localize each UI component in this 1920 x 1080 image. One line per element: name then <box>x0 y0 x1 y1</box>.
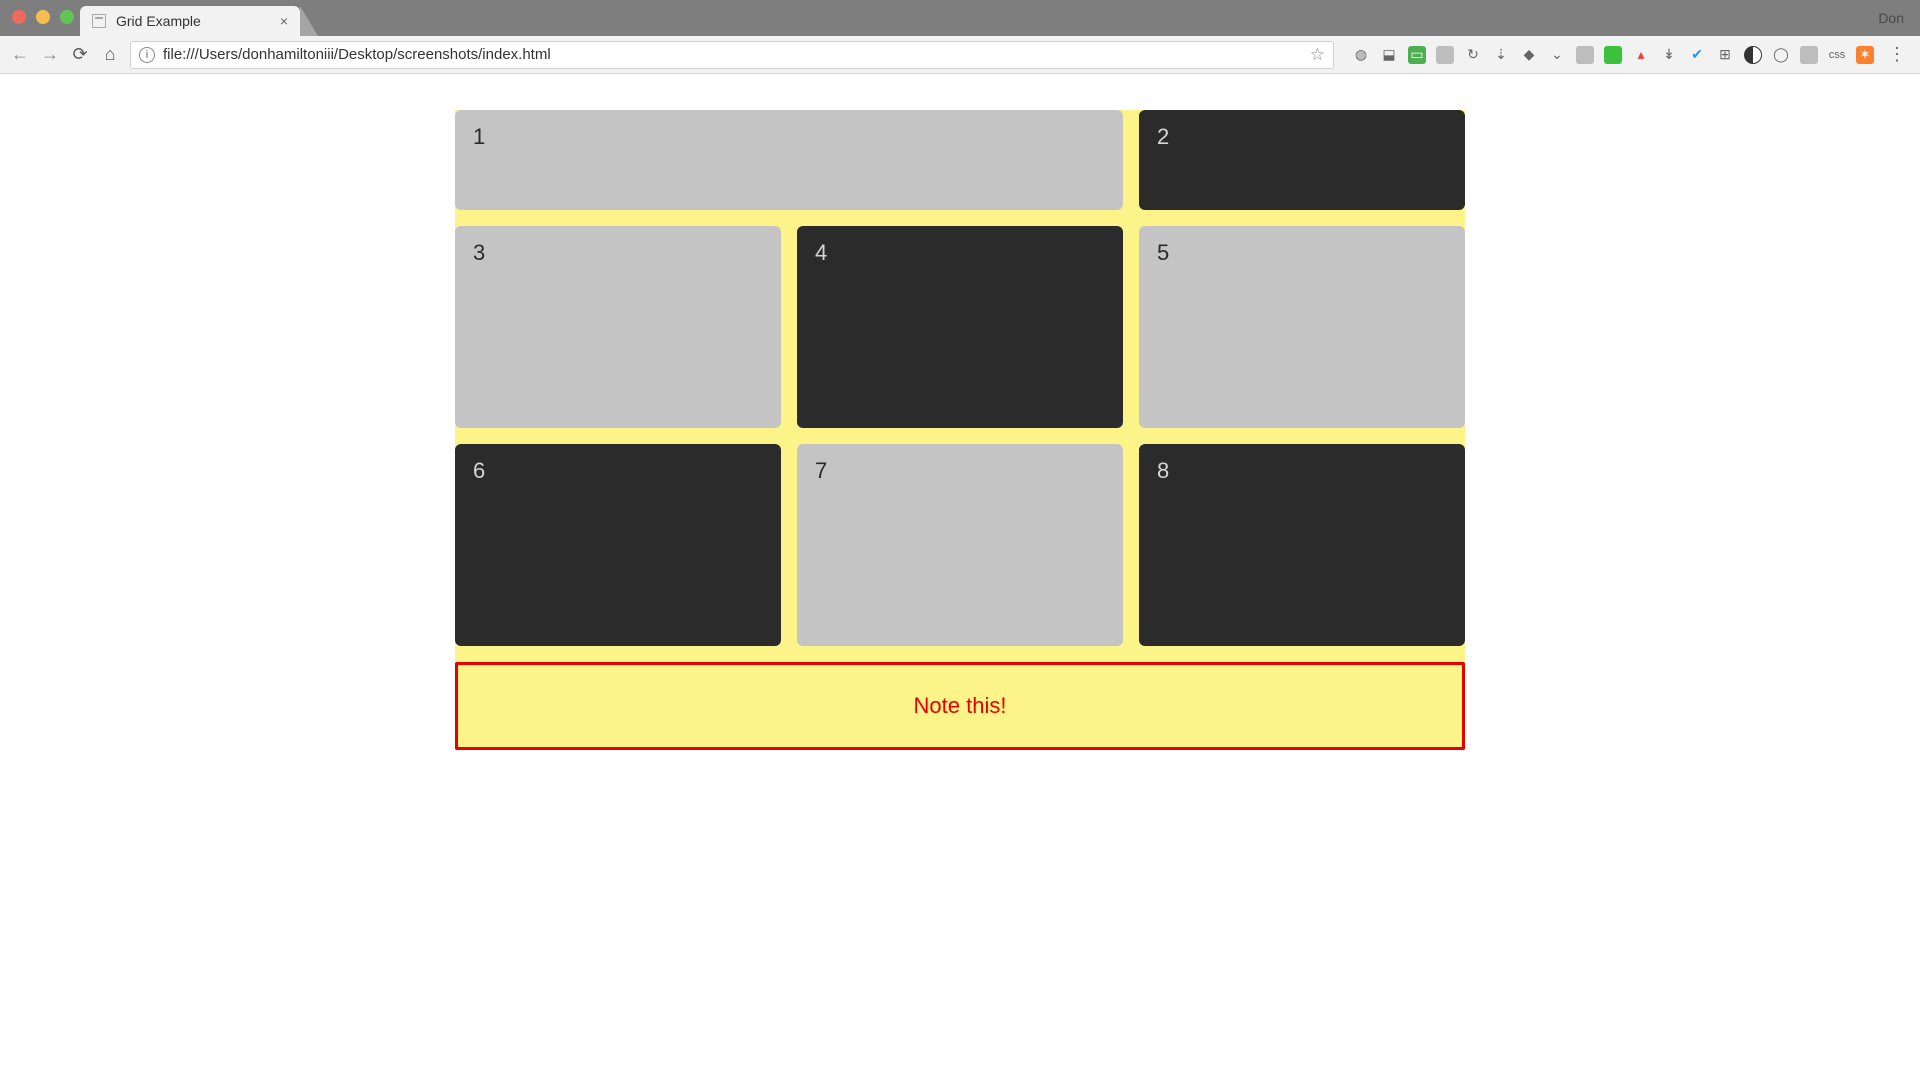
grid-cell-label: 4 <box>815 240 827 265</box>
extension-icon[interactable]: ⊞ <box>1716 46 1734 64</box>
new-tab-button[interactable] <box>300 6 318 36</box>
url-text: file:///Users/donhamiltoniii/Desktop/scr… <box>163 46 551 63</box>
grid-cell-4: 4 <box>797 226 1123 428</box>
window-controls <box>12 10 74 24</box>
tab-favicon-icon <box>92 14 106 28</box>
css-extension-icon[interactable]: css <box>1828 46 1846 64</box>
extension-icon[interactable] <box>1800 46 1818 64</box>
extension-icon[interactable]: ◯ <box>1772 46 1790 64</box>
extension-icon[interactable]: ⇣ <box>1492 46 1510 64</box>
browser-menu-icon[interactable]: ⋮ <box>1884 44 1910 65</box>
browser-tab[interactable]: Grid Example × <box>80 6 300 36</box>
grid-cell-6: 6 <box>455 444 781 646</box>
pocket-icon[interactable]: ⌄ <box>1548 46 1566 64</box>
extension-icon[interactable]: ⬓ <box>1380 46 1398 64</box>
grid-cell-1: 1 <box>455 110 1123 210</box>
grid-cell-label: 6 <box>473 458 485 483</box>
address-bar[interactable]: i file:///Users/donhamiltoniii/Desktop/s… <box>130 41 1334 69</box>
window-minimize-icon[interactable] <box>36 10 50 24</box>
grid-cell-label: 3 <box>473 240 485 265</box>
site-info-icon[interactable]: i <box>139 47 155 63</box>
extension-icon[interactable]: ↡ <box>1660 46 1678 64</box>
extension-icon[interactable]: ▭ <box>1408 46 1426 64</box>
home-button[interactable]: ⌂ <box>100 44 120 65</box>
grid-cell-label: 5 <box>1157 240 1169 265</box>
grid-cell-label: 7 <box>815 458 827 483</box>
browser-toolbar: ← → ⟳ ⌂ i file:///Users/donhamiltoniii/D… <box>0 36 1920 74</box>
extension-icon[interactable] <box>1604 46 1622 64</box>
grid-cell-2: 2 <box>1139 110 1465 210</box>
extension-icon[interactable]: ↻ <box>1464 46 1482 64</box>
back-button[interactable]: ← <box>10 44 30 65</box>
extension-icon[interactable]: ✶ <box>1856 46 1874 64</box>
bookmark-star-icon[interactable]: ☆ <box>1310 45 1325 65</box>
tab-title: Grid Example <box>116 13 201 29</box>
grid-container: 1 2 3 4 5 6 7 8 Note this! <box>455 110 1465 750</box>
grid-cell-label: 2 <box>1157 124 1169 149</box>
grid-cell-8: 8 <box>1139 444 1465 646</box>
extension-icon[interactable]: ▴ <box>1632 46 1650 64</box>
extension-icon[interactable]: ◆ <box>1520 46 1538 64</box>
tab-close-icon[interactable]: × <box>280 14 288 28</box>
grid-cell-label: 8 <box>1157 458 1169 483</box>
window-maximize-icon[interactable] <box>60 10 74 24</box>
profile-label[interactable]: Don <box>1878 10 1904 26</box>
extension-icon[interactable] <box>1436 46 1454 64</box>
note-banner: Note this! <box>455 662 1465 750</box>
extension-icon[interactable] <box>1744 46 1762 64</box>
page-content: 1 2 3 4 5 6 7 8 Note this! <box>0 74 1920 750</box>
reload-button[interactable]: ⟳ <box>70 44 90 65</box>
grid-cell-3: 3 <box>455 226 781 428</box>
extension-icon[interactable]: ◍ <box>1352 46 1370 64</box>
grid-cell-7: 7 <box>797 444 1123 646</box>
grid-cell-label: 1 <box>473 124 485 149</box>
extension-icons: ◍ ⬓ ▭ ↻ ⇣ ◆ ⌄ ▴ ↡ ✔ ⊞ ◯ css ✶ ⋮ <box>1344 44 1910 65</box>
extension-icon[interactable] <box>1576 46 1594 64</box>
forward-button[interactable]: → <box>40 44 60 65</box>
window-close-icon[interactable] <box>12 10 26 24</box>
browser-titlebar: Grid Example × Don <box>0 0 1920 36</box>
grid-cell-5: 5 <box>1139 226 1465 428</box>
extension-icon[interactable]: ✔ <box>1688 46 1706 64</box>
note-text: Note this! <box>914 693 1007 718</box>
